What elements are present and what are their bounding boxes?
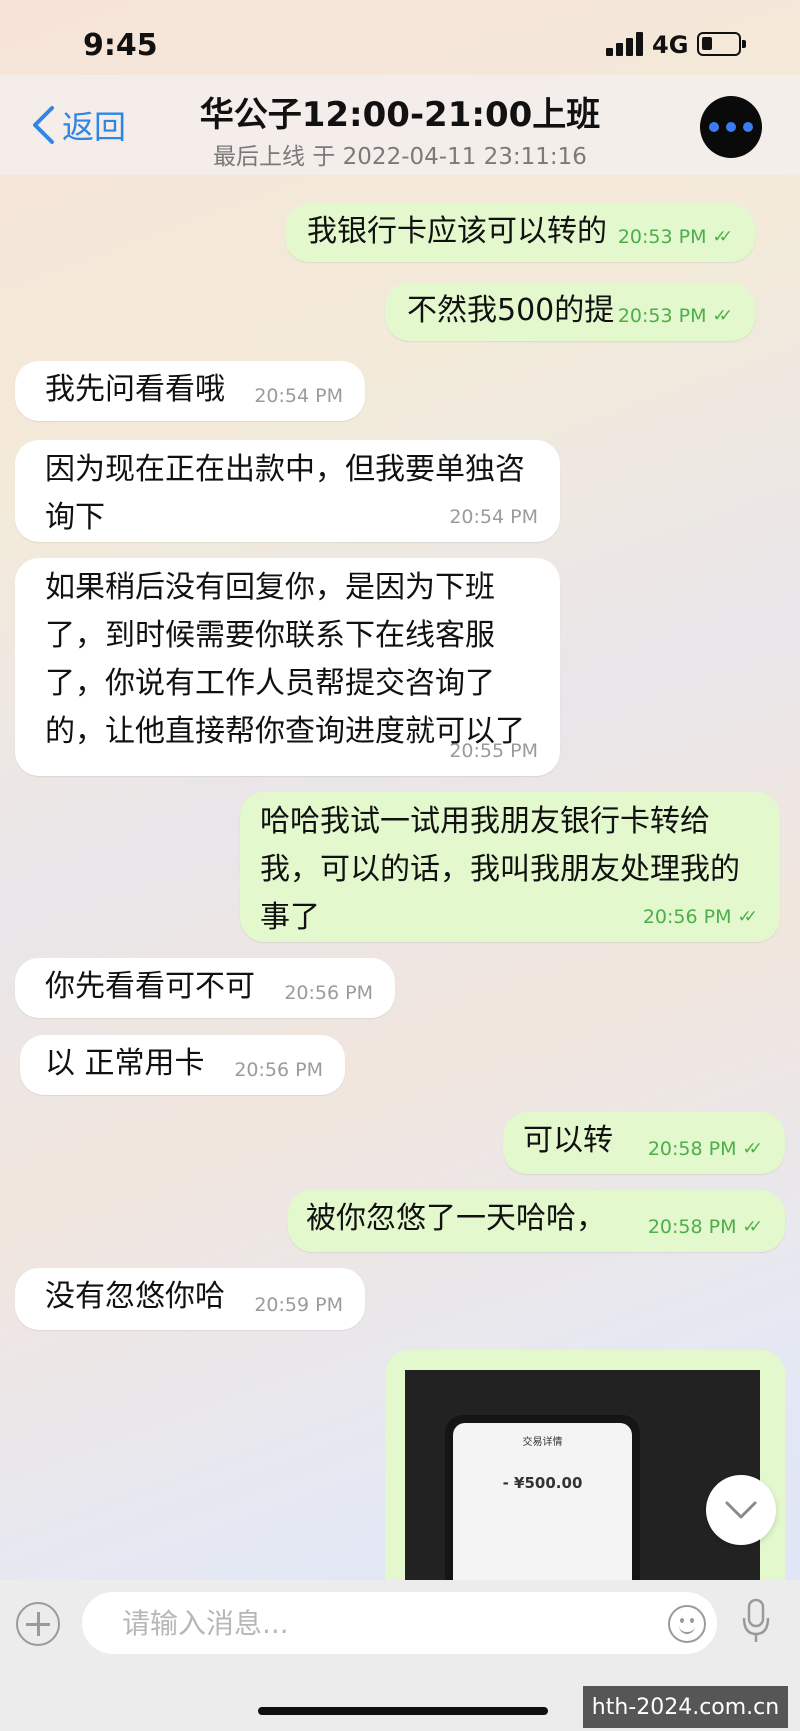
message-meta: 20:58 PM ✓✓ [648, 1216, 763, 1238]
message-meta: 20:59 PM [254, 1294, 343, 1316]
photo-screen-title: 交易详情 [522, 1437, 563, 1448]
status-time: 9:45 [83, 28, 158, 63]
message-time: 20:53 PM [617, 226, 707, 248]
message-bubble[interactable]: 因为现在正在出款中，但我要单独咨 询下 20:54 PM [15, 440, 560, 542]
message-bubble[interactable]: 可以转 20:58 PM ✓✓ [503, 1112, 785, 1174]
home-indicator [258, 1707, 548, 1715]
attach-plus-icon[interactable] [16, 1602, 60, 1646]
scroll-to-bottom-button[interactable] [706, 1475, 776, 1545]
last-seen: 最后上线 于 2022-04-11 23:11:16 [213, 144, 587, 170]
battery-icon [697, 32, 746, 56]
message-bubble[interactable]: 哈哈我试一试用我朋友银行卡转给 我，可以的话，我叫我朋友处理我的 事了 20:5… [240, 792, 780, 942]
message-meta: 20:55 PM [449, 740, 538, 762]
message-bubble[interactable]: 被你忽悠了一天哈哈， 20:58 PM ✓✓ [288, 1190, 785, 1252]
double-check-icon: ✓✓ [712, 227, 733, 247]
message-bubble[interactable]: 你先看看可不可 20:56 PM [15, 958, 395, 1018]
double-check-icon: ✓✓ [712, 306, 733, 326]
message-text: 没有忽悠你哈 [45, 1279, 225, 1314]
message-bubble[interactable]: 以 正常用卡 20:56 PM [20, 1035, 345, 1095]
message-time: 20:54 PM [449, 506, 538, 528]
message-text: 我先问看看哦 [45, 372, 225, 407]
photo-amount: - ¥500.00 [502, 1474, 583, 1492]
message-text: 你先看看可不可 [45, 969, 255, 1004]
message-time: 20:59 PM [254, 1294, 343, 1316]
message-time: 20:55 PM [449, 740, 538, 762]
message-text: 不然我500的提 [407, 293, 615, 328]
message-text: 可以转 [523, 1123, 613, 1158]
emoji-icon[interactable] [668, 1605, 706, 1643]
message-bubble[interactable]: 没有忽悠你哈 20:59 PM [15, 1268, 365, 1330]
message-text: 被你忽悠了一天哈哈， [306, 1201, 606, 1236]
double-check-icon: ✓✓ [742, 1217, 763, 1237]
message-time: 20:53 PM [617, 305, 707, 327]
message-meta: 20:54 PM [254, 385, 343, 407]
message-time: 20:56 PM [642, 906, 732, 928]
message-meta: 20:56 PM [234, 1059, 323, 1081]
microphone-icon[interactable] [742, 1598, 770, 1646]
message-bubble[interactable]: 我先问看看哦 20:54 PM [15, 361, 365, 421]
message-input[interactable] [82, 1592, 717, 1654]
message-meta: 20:56 PM ✓✓ [643, 906, 758, 928]
signal-icon [606, 32, 644, 56]
network-type: 4G [652, 31, 689, 59]
double-check-icon: ✓✓ [742, 1139, 763, 1159]
message-text: 以 正常用卡 [45, 1046, 205, 1081]
message-meta: 20:56 PM [284, 982, 373, 1004]
message-time: 20:56 PM [284, 982, 373, 1004]
chat-header: 返回 华公子12:00-21:00上班 最后上线 于 2022-04-11 23… [0, 75, 800, 175]
message-bubble[interactable]: 不然我500的提 20:53 PM ✓✓ [385, 283, 755, 341]
message-text: 我银行卡应该可以转的 [307, 214, 607, 249]
watermark: hth-2024.com.cn [583, 1686, 788, 1728]
message-meta: 20:53 PM ✓✓ [618, 305, 733, 327]
double-check-icon: ✓✓ [737, 907, 758, 927]
message-bubble[interactable]: 我银行卡应该可以转的 20:53 PM ✓✓ [285, 204, 755, 262]
chat-title: 华公子12:00-21:00上班 [199, 95, 601, 135]
message-time: 20:58 PM [647, 1138, 737, 1160]
message-time: 20:54 PM [254, 385, 343, 407]
more-options-button[interactable] [700, 96, 762, 158]
message-meta: 20:53 PM ✓✓ [618, 226, 733, 248]
message-bubble[interactable]: 如果稍后没有回复你，是因为下班 了，到时候需要你联系下在线客服 了，你说有工作人… [15, 558, 560, 776]
chevron-down-icon [725, 1501, 757, 1519]
message-text: 如果稍后没有回复你，是因为下班 了，到时候需要你联系下在线客服 了，你说有工作人… [45, 570, 525, 749]
message-time: 20:58 PM [647, 1216, 737, 1238]
message-meta: 20:54 PM [449, 506, 538, 528]
message-time: 20:56 PM [234, 1059, 323, 1081]
message-meta: 20:58 PM ✓✓ [648, 1138, 763, 1160]
